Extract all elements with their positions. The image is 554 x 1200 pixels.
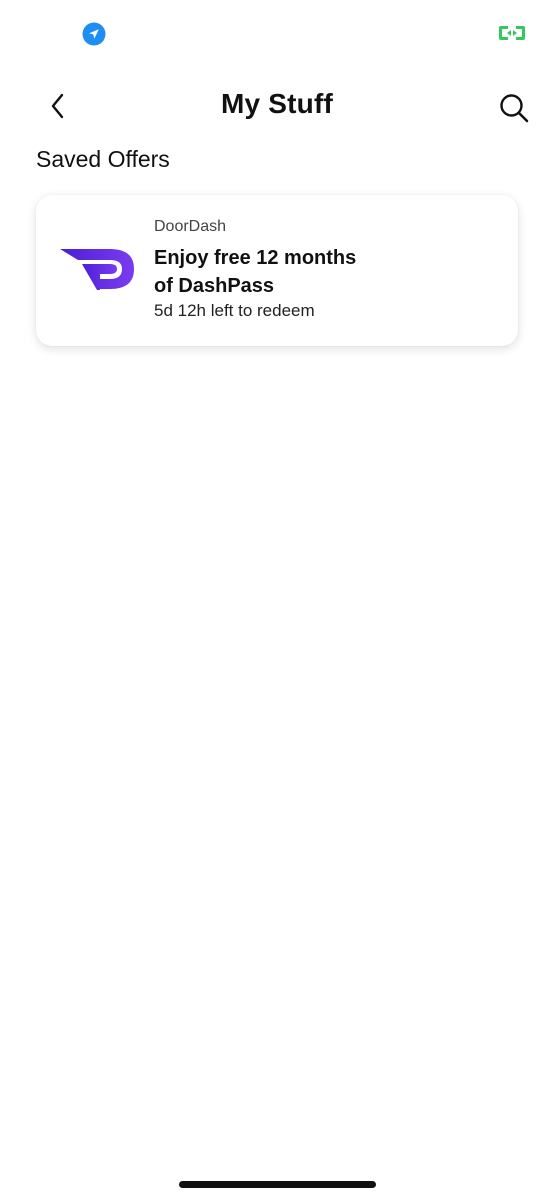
section-title: Saved Offers <box>36 146 170 172</box>
status-bar <box>0 0 554 60</box>
offer-title-line: Enjoy free 12 months <box>154 247 357 269</box>
search-icon <box>500 94 529 123</box>
home-indicator[interactable] <box>179 1181 376 1188</box>
offer-title-line: of DashPass <box>154 275 275 297</box>
screen-mirroring-icon <box>499 26 525 40</box>
dashpass-logo-icon <box>60 249 134 290</box>
page-title: My Stuff <box>220 88 334 119</box>
offer-expiry: 5d 12h left to redeem <box>154 301 315 320</box>
offer-card[interactable]: DoorDash Enjoy free 12 months of DashPas… <box>36 195 518 346</box>
search-button[interactable] <box>494 88 534 128</box>
offer-brand: DoorDash <box>154 218 227 235</box>
header: My Stuff <box>0 80 554 136</box>
location-arrow-icon <box>82 22 106 46</box>
offer-title: Enjoy free 12 months of DashPass <box>154 244 454 300</box>
